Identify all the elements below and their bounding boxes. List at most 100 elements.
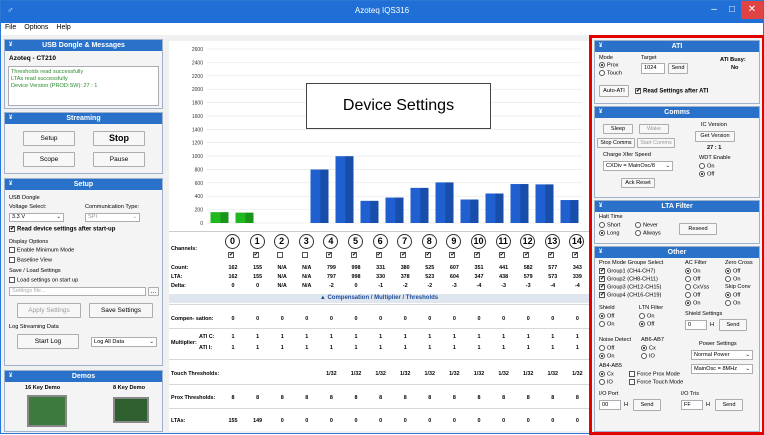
io-tris-send-button[interactable]: Send (715, 399, 743, 411)
collapse-icon[interactable]: ¥ (9, 371, 12, 382)
apply-settings-button[interactable]: Apply Settings (17, 303, 81, 318)
channel-checkbox[interactable] (449, 251, 457, 259)
force-touch-checkbox[interactable]: Force Touch Mode (629, 379, 683, 385)
radio-icon[interactable] (599, 230, 605, 236)
maximize-button[interactable]: □ (721, 1, 743, 19)
never-radio[interactable]: Never (635, 222, 658, 228)
shield-send-button[interactable]: Send (719, 319, 747, 331)
lta-filter-header[interactable]: ¥ LTA Filter (595, 201, 759, 212)
target-send-button[interactable]: Send (668, 63, 688, 74)
skip-conv-off-radio[interactable]: Off (725, 292, 740, 298)
channel-checkbox[interactable] (572, 251, 580, 259)
channel-checkbox[interactable] (424, 251, 433, 259)
shield-input[interactable]: 0 (685, 320, 707, 330)
target-input[interactable]: 1024 (641, 63, 665, 74)
checkbox-icon[interactable] (629, 371, 635, 377)
force-prox-checkbox[interactable]: Force Prox Mode (629, 371, 680, 377)
prox-radio[interactable]: Prox (599, 62, 619, 68)
radio-icon[interactable] (635, 222, 641, 228)
channel-number[interactable]: 2 (274, 234, 290, 249)
ltn-on-radio[interactable]: On (639, 313, 654, 319)
channel-number[interactable]: 4 (323, 234, 339, 249)
radio-icon[interactable] (685, 284, 691, 290)
wdt-off-radio[interactable]: Off (699, 171, 714, 177)
checkbox-icon[interactable] (400, 251, 406, 258)
checkbox-icon[interactable] (375, 251, 382, 258)
get-version-button[interactable]: Get Version (695, 131, 735, 142)
charge-speed-select[interactable]: CXDiv = MainOsc/8 ⌄ (603, 161, 673, 171)
channel-checkbox[interactable] (326, 251, 334, 259)
radio-icon[interactable] (599, 313, 605, 319)
channel-checkbox[interactable] (375, 251, 384, 259)
group3-checkbox[interactable]: Group3 (CH12-CH15) (599, 283, 661, 290)
channel-checkbox[interactable] (301, 252, 310, 259)
always-radio[interactable]: Always (635, 230, 661, 236)
voltage-select[interactable]: 3.3 V ⌄ (9, 213, 64, 222)
log-option-select[interactable]: Log All Data ⌄ (91, 337, 157, 347)
load-startup-checkbox[interactable]: Load settings on start up (9, 277, 78, 283)
checkbox-icon[interactable] (9, 225, 15, 232)
menu-help[interactable]: Help (52, 23, 74, 31)
checkbox-icon[interactable] (351, 251, 357, 258)
setup-button[interactable]: Setup (23, 131, 75, 146)
checkbox-icon[interactable] (572, 251, 578, 258)
ab4-io-radio[interactable]: IO (599, 379, 613, 385)
browse-button[interactable]: ... (148, 287, 159, 296)
radio-icon[interactable] (685, 268, 691, 274)
power-select[interactable]: Normal Power ⌄ (691, 350, 753, 360)
zero-cross-on-radio[interactable]: On (725, 276, 740, 282)
channel-number[interactable]: 1 (249, 234, 265, 249)
channel-checkbox[interactable] (228, 251, 236, 259)
channel-checkbox[interactable] (498, 251, 507, 259)
cxvss-on-radio[interactable]: On (685, 300, 700, 306)
channel-number[interactable]: 12 (520, 234, 536, 249)
checkbox-icon[interactable] (599, 283, 605, 290)
comm-type-select[interactable]: SPI ⌄ (85, 213, 140, 222)
demos-panel-header[interactable]: ¥ Demos (5, 371, 162, 382)
other-header[interactable]: ¥ Other (595, 247, 759, 258)
collapse-icon[interactable]: ¥ (599, 41, 602, 52)
touch-radio[interactable]: Touch (599, 70, 622, 76)
channel-number[interactable]: 13 (544, 234, 560, 249)
cxvss-radio[interactable]: CxVss (685, 284, 709, 290)
radio-icon[interactable] (725, 276, 731, 282)
channel-number[interactable]: 11 (495, 234, 511, 249)
checkbox-icon[interactable] (301, 252, 308, 258)
checkbox-icon[interactable] (523, 251, 529, 258)
radio-icon[interactable] (725, 300, 731, 306)
scope-button[interactable]: Scope (23, 152, 75, 167)
collapse-icon[interactable]: ¥ (599, 107, 602, 118)
checkbox-icon[interactable] (449, 251, 455, 258)
usb-panel-header[interactable]: ¥ USB Dongle & Messages (5, 40, 162, 51)
checkbox-icon[interactable] (228, 251, 234, 258)
collapse-icon[interactable]: ¥ (599, 201, 602, 212)
channel-checkbox[interactable] (400, 251, 408, 259)
collapse-icon[interactable]: ¥ (9, 40, 12, 51)
radio-icon[interactable] (639, 321, 645, 327)
radio-icon[interactable] (599, 353, 605, 359)
radio-icon[interactable] (599, 62, 605, 68)
checkbox-icon[interactable] (547, 251, 554, 258)
radio-icon[interactable] (639, 313, 645, 319)
demo8-image[interactable] (113, 397, 149, 423)
cxvss-off-radio[interactable]: Off (685, 292, 700, 298)
long-radio[interactable]: Long (599, 230, 619, 236)
group4-checkbox[interactable]: Group4 (CH16-CH19) (599, 291, 661, 298)
io-port-send-button[interactable]: Send (633, 399, 661, 411)
short-radio[interactable]: Short (599, 222, 620, 228)
channel-checkbox[interactable] (474, 251, 482, 259)
checkbox-icon[interactable] (9, 277, 15, 283)
stop-comms-button[interactable]: Stop Comms (597, 138, 635, 148)
ack-reset-button[interactable]: Ack Reset (621, 178, 655, 188)
radio-icon[interactable] (599, 379, 605, 385)
save-settings-button[interactable]: Save Settings (89, 303, 153, 318)
radio-icon[interactable] (599, 345, 605, 351)
checkbox-icon[interactable] (599, 291, 605, 298)
checkbox-icon[interactable] (9, 247, 15, 253)
checkbox-icon[interactable] (635, 87, 641, 94)
channel-number[interactable]: 3 (298, 234, 314, 249)
radio-icon[interactable] (641, 353, 647, 359)
noise-off-radio[interactable]: Off (599, 345, 614, 351)
group1-checkbox[interactable]: Group1 (CH4-CH7) (599, 267, 655, 274)
zero-cross-off-radio[interactable]: Off (725, 268, 740, 274)
